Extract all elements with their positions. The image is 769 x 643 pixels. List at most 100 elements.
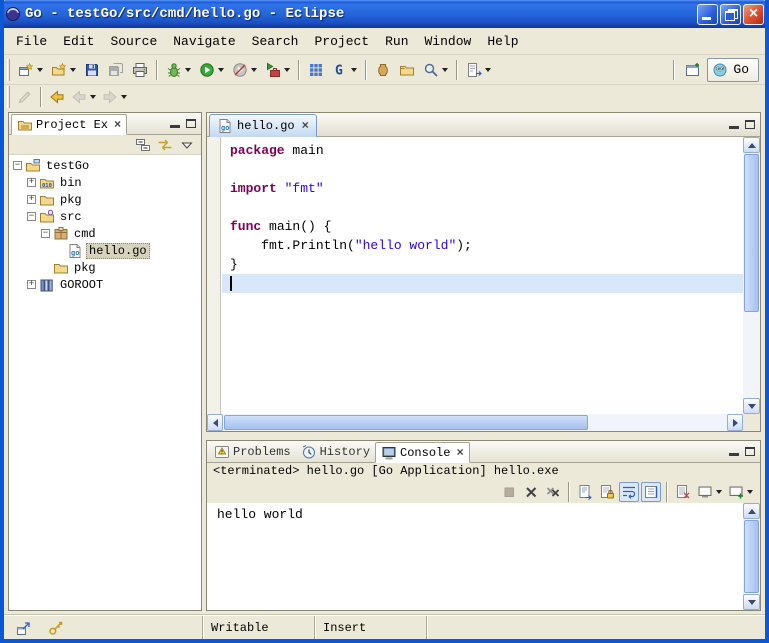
expand-box-icon[interactable]: +: [27, 280, 36, 289]
run-config-button[interactable]: [229, 58, 260, 82]
scroll-right-button[interactable]: [727, 414, 743, 431]
run-button[interactable]: [196, 58, 227, 82]
tree-item-src[interactable]: −src: [9, 208, 201, 225]
menu-item-source[interactable]: Source: [102, 31, 165, 52]
tree-item-testgo[interactable]: −testGo: [9, 157, 201, 174]
collapse-box-icon[interactable]: −: [41, 229, 50, 238]
save-all-button[interactable]: [105, 58, 127, 82]
code-editor[interactable]: package mainimport "fmt"func main() { fm…: [222, 137, 743, 414]
close-editor-icon[interactable]: ×: [302, 120, 309, 132]
export-log-button[interactable]: [575, 482, 595, 502]
dropdown-arrow-icon[interactable]: [351, 68, 357, 72]
dropdown-arrow-icon[interactable]: [70, 68, 76, 72]
go-letter-button[interactable]: G: [329, 58, 360, 82]
menu-item-run[interactable]: Run: [377, 31, 416, 52]
dropdown-arrow-icon[interactable]: [218, 68, 224, 72]
clear-console-button[interactable]: [673, 482, 693, 502]
tree-item-hello-go[interactable]: gohello.go: [9, 242, 201, 259]
menu-item-navigate[interactable]: Navigate: [165, 31, 243, 52]
maximize-view-icon[interactable]: [186, 119, 196, 128]
maximize-view-icon[interactable]: [745, 120, 755, 129]
key-button[interactable]: [45, 616, 67, 640]
scroll-left-button[interactable]: [207, 414, 223, 431]
code-line-4[interactable]: [222, 198, 743, 217]
tree-item-bin[interactable]: +010bin: [9, 174, 201, 191]
code-line-8[interactable]: [222, 274, 743, 293]
maximize-view-icon[interactable]: [745, 447, 755, 456]
tab-console[interactable]: Console×: [375, 442, 470, 463]
minimize-button[interactable]: [697, 4, 718, 25]
tree-item-pkg[interactable]: +pkg: [9, 191, 201, 208]
open-folder-button[interactable]: [396, 58, 418, 82]
scrollbar-thumb[interactable]: [744, 520, 759, 593]
go-grid-button[interactable]: [305, 58, 327, 82]
word-wrap-button[interactable]: [619, 482, 639, 502]
tab-project-explorer[interactable]: Project Ex ×: [11, 114, 127, 135]
dropdown-arrow-icon[interactable]: [37, 68, 43, 72]
open-perspective-button[interactable]: [682, 58, 704, 82]
menu-item-project[interactable]: Project: [306, 31, 377, 52]
collapse-all-button[interactable]: [133, 135, 153, 155]
scroll-down-button[interactable]: [743, 594, 760, 610]
nav-forward-button[interactable]: [100, 87, 129, 107]
console-vertical-scrollbar[interactable]: [743, 503, 760, 610]
dropdown-arrow-icon[interactable]: [747, 490, 753, 494]
save-button[interactable]: [81, 58, 103, 82]
dropdown-arrow-icon[interactable]: [185, 68, 191, 72]
menu-item-search[interactable]: Search: [244, 31, 307, 52]
toolbar-grip[interactable]: [7, 59, 10, 81]
view-menu-button[interactable]: [177, 135, 197, 155]
print-button[interactable]: [129, 58, 151, 82]
remove-launch-button[interactable]: [521, 482, 541, 502]
restore-button[interactable]: [720, 4, 741, 25]
annotation-button[interactable]: [463, 58, 494, 82]
dropdown-arrow-icon[interactable]: [284, 68, 290, 72]
display-console-button[interactable]: [695, 482, 724, 502]
go-perspective-button[interactable]: Go: [707, 58, 759, 82]
console-output-area[interactable]: hello world: [207, 503, 760, 610]
dropdown-arrow-icon[interactable]: [90, 95, 96, 99]
close-button[interactable]: ×: [743, 4, 764, 25]
scroll-up-button[interactable]: [743, 137, 760, 153]
debug-button[interactable]: [163, 58, 194, 82]
tree-item-pkg[interactable]: pkg: [9, 259, 201, 276]
remove-all-button[interactable]: [543, 482, 563, 502]
external-tools-button[interactable]: [262, 58, 293, 82]
scrollbar-thumb[interactable]: [744, 154, 759, 312]
editor-console-sash[interactable]: [206, 432, 761, 440]
terminate-button[interactable]: [499, 482, 519, 502]
toolbar-grip[interactable]: [7, 86, 10, 108]
menu-item-help[interactable]: Help: [479, 31, 526, 52]
expand-box-icon[interactable]: +: [27, 195, 36, 204]
editor-horizontal-scrollbar[interactable]: [207, 414, 743, 431]
dropdown-arrow-icon[interactable]: [121, 95, 127, 99]
scrollbar-thumb[interactable]: [224, 415, 588, 430]
tree-item-goroot[interactable]: +GOROOT: [9, 276, 201, 293]
dropdown-arrow-icon[interactable]: [442, 68, 448, 72]
editor-vertical-scrollbar[interactable]: [743, 137, 760, 414]
tree-item-cmd[interactable]: −cmd: [9, 225, 201, 242]
expand-box-icon[interactable]: +: [27, 178, 36, 187]
collapse-box-icon[interactable]: −: [13, 161, 22, 170]
code-line-1[interactable]: package main: [222, 141, 743, 160]
close-view-icon[interactable]: ×: [456, 447, 463, 459]
new-go-element-button[interactable]: [48, 58, 79, 82]
window-titlebar[interactable]: Go - testGo/src/cmd/hello.go - Eclipse ×: [0, 0, 769, 28]
link-editor-button[interactable]: [155, 135, 175, 155]
open-console-button[interactable]: [726, 482, 755, 502]
menu-item-edit[interactable]: Edit: [55, 31, 102, 52]
tab-problems[interactable]: Problems: [209, 441, 296, 462]
minimize-view-icon[interactable]: [729, 126, 739, 129]
tab-hello-go[interactable]: go hello.go ×: [209, 114, 317, 137]
last-edit-button[interactable]: [15, 87, 35, 107]
code-line-2[interactable]: [222, 160, 743, 179]
code-line-7[interactable]: }: [222, 255, 743, 274]
minimize-view-icon[interactable]: [729, 453, 739, 456]
fast-view-button[interactable]: [13, 616, 35, 640]
nav-back-button[interactable]: [69, 87, 98, 107]
dropdown-arrow-icon[interactable]: [251, 68, 257, 72]
menu-item-file[interactable]: File: [8, 31, 55, 52]
dropdown-arrow-icon[interactable]: [716, 490, 722, 494]
menu-item-window[interactable]: Window: [417, 31, 480, 52]
lock-console-button[interactable]: [597, 482, 617, 502]
